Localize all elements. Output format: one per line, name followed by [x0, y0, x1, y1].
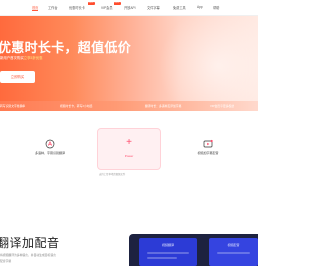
banner-subtitle-highlight: 立享5折优惠 — [23, 56, 43, 60]
preview-panel-translate[interactable]: 视频翻译 — [139, 238, 197, 266]
feature-translate-label: 多语种、字幕识别翻译 — [34, 151, 65, 155]
nav-item-free-tools[interactable]: 免费工具 — [173, 5, 186, 10]
feature-subtitle-dub[interactable]: 视频加字幕配音 — [183, 136, 233, 155]
feature-subtitle-dub-label: 视频加字幕配音 — [197, 151, 219, 155]
nav-item-vip[interactable]: VIP会员 — [101, 5, 113, 10]
upload-dropzone[interactable]: + Power — [97, 128, 161, 170]
upload-label: Power — [124, 154, 134, 158]
promo-banner: 优惠时长卡，超值低价 新用户首次购买立享5折优惠 立即购买 — [0, 16, 258, 101]
video-icon — [203, 136, 213, 148]
hot-badge: HOT — [88, 2, 95, 5]
feature-translate[interactable]: 多语种、字幕识别翻译 — [25, 136, 75, 155]
nav-item-file-subtitle[interactable]: 文件字幕 — [147, 5, 160, 10]
nav-item-home[interactable]: 首页 — [32, 5, 39, 11]
banner-subtitle-prefix: 新用户首次购买 — [0, 56, 24, 60]
placeholder-bar — [147, 257, 177, 259]
strip-item[interactable]: VIP会员享更多权益 — [210, 104, 234, 108]
section-title: 翻译加配音 — [0, 236, 60, 250]
nav-item-api[interactable]: 开放API — [124, 5, 136, 10]
feature-preview: 视频翻译 视频配音 — [129, 234, 258, 266]
upload-hint: 支持上传本地音视频文件 — [99, 173, 126, 176]
placeholder-bar — [217, 252, 250, 254]
hot-badge: HOT — [114, 2, 121, 5]
section-subtitle: 将视频翻译为多种语言，并自动生成目标语言 — [0, 253, 56, 257]
top-nav: 首页 工作台 优惠时长卡 HOT VIP会员 HOT 开放API 文件字幕 免费… — [0, 0, 258, 16]
banner-glow — [158, 16, 258, 101]
promo-strip: 转写识别文字准确率 视频时长卡，转写2小时起 翻译时长：多语种互译加字幕 VIP… — [0, 101, 258, 111]
nav-item-duration-card[interactable]: 优惠时长卡 — [69, 5, 85, 10]
buy-now-button[interactable]: 立即购买 — [0, 71, 35, 83]
strip-item[interactable]: 视频时长卡，转写2小时起 — [60, 104, 92, 108]
placeholder-bar — [147, 252, 189, 254]
plus-icon: + — [126, 137, 132, 148]
preview-panel-title: 视频翻译 — [161, 243, 174, 247]
preview-panel-title: 视频配音 — [227, 243, 240, 247]
strip-item[interactable]: 转写识别文字准确率 — [0, 104, 25, 108]
section-subtitle-2: 配音字幕 — [0, 259, 12, 263]
nav-item-workbench[interactable]: 工作台 — [48, 5, 58, 10]
strip-item[interactable]: 翻译时长：多语种互译加字幕 — [145, 104, 181, 108]
preview-panel-dub[interactable]: 视频配音 — [209, 238, 258, 266]
nav-item-app[interactable]: App — [197, 5, 203, 9]
translate-icon — [45, 136, 55, 149]
nav-item-help[interactable]: 帮助 — [213, 5, 219, 10]
banner-subtitle: 新用户首次购买立享5折优惠 — [0, 55, 43, 60]
banner-title: 优惠时长卡，超值低价 — [0, 40, 132, 55]
